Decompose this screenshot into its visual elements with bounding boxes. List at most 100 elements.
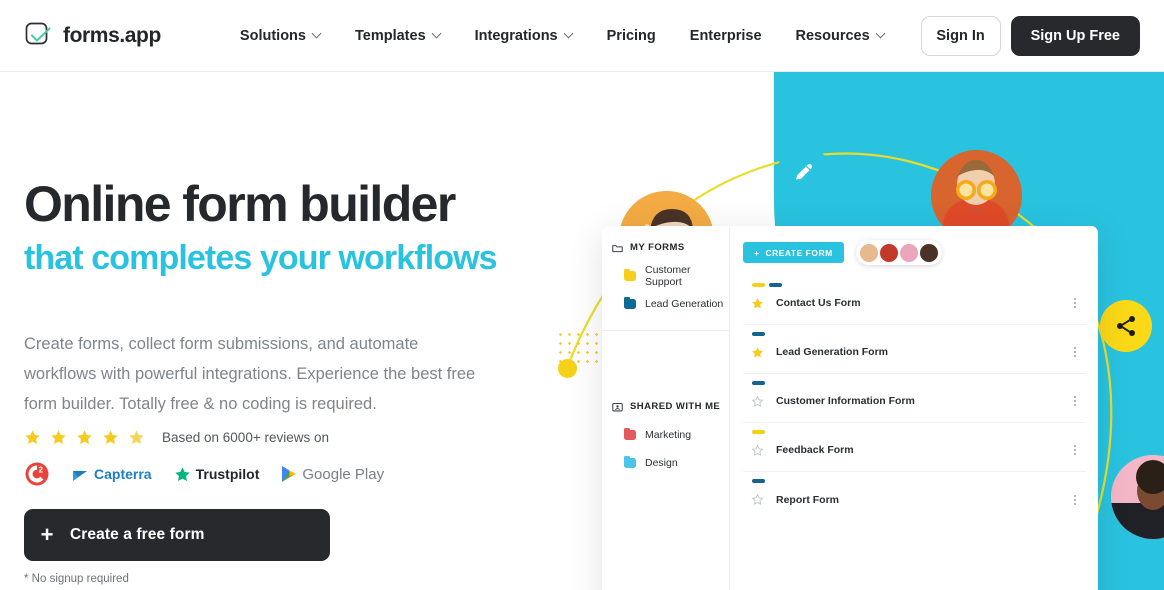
nav-item-solutions[interactable]: Solutions (223, 28, 338, 44)
chevron-down-icon (565, 30, 573, 38)
mockup-sidebar: MY FORMS Customer Support Lead Generatio… (602, 226, 730, 590)
folder-icon (624, 455, 636, 468)
row-options-menu-icon[interactable] (1074, 494, 1076, 505)
pencil-edit-icon (796, 164, 813, 180)
create-form-button[interactable]: + CREATE FORM (743, 242, 844, 263)
review-platform-logos: 2 Capterra Trustpilot Google Play (24, 461, 384, 487)
nav-item-resources[interactable]: Resources (779, 28, 902, 44)
mockup-form-list: + CREATE FORM Contact Us Form Lead Gener… (730, 226, 1098, 590)
row-options-menu-icon[interactable] (1074, 347, 1076, 357)
checkmark-square-logo-icon (24, 21, 54, 51)
sign-in-button[interactable]: Sign In (920, 15, 1001, 56)
sign-up-free-button[interactable]: Sign Up Free (1010, 15, 1140, 56)
tag-chip (752, 381, 765, 385)
row-options-menu-icon[interactable] (1074, 298, 1076, 308)
google-play-label: Google Play (302, 465, 385, 483)
sidebar-section-shared-with-me: SHARED WITH ME (602, 401, 729, 412)
cta-note: * No signup required (24, 573, 129, 585)
sidebar-item-label: Lead Generation (645, 298, 724, 310)
form-tags (752, 283, 782, 287)
star-rating: Based on 6000+ reviews on (24, 429, 384, 446)
chevron-down-icon (433, 30, 441, 38)
row-options-menu-icon[interactable] (1074, 396, 1076, 406)
cta-label: Create a free form (70, 526, 205, 543)
nav-label: Resources (795, 27, 870, 44)
folder-icon (612, 244, 623, 252)
star-outline-icon[interactable] (751, 493, 764, 506)
star-icon (103, 430, 118, 445)
share-icon (1117, 316, 1135, 336)
row-options-menu-icon[interactable] (1074, 445, 1076, 455)
page-title: Online form builder (24, 176, 456, 232)
shared-folder-icon (612, 402, 623, 411)
table-row[interactable]: Contact Us Form (743, 276, 1086, 325)
reviews-block: Based on 6000+ reviews on 2 Capterra Tru… (24, 429, 384, 487)
capterra-label: Capterra (94, 466, 152, 482)
nav-item-integrations[interactable]: Integrations (458, 28, 590, 44)
brand-logo[interactable]: forms.app (24, 21, 161, 51)
sidebar-item-lead-generation[interactable]: Lead Generation (602, 290, 729, 318)
star-filled-icon[interactable] (751, 297, 764, 310)
avatar (879, 243, 898, 262)
form-name: Contact Us Form (776, 297, 861, 309)
cta-block: + Create a free form * No signup require… (24, 509, 330, 585)
nav-label: Pricing (606, 27, 656, 44)
collaborator-avatars[interactable] (855, 240, 942, 265)
hero-copy: Online form builder that completes your … (24, 176, 544, 419)
sidebar-section-my-forms: MY FORMS (602, 242, 729, 253)
tag-chip (769, 283, 782, 287)
nav-label: Templates (354, 27, 426, 44)
folder-icon (624, 296, 636, 309)
chevron-down-icon (877, 30, 885, 38)
star-icon (51, 430, 66, 445)
yellow-endpoint-dot (558, 359, 577, 378)
nav-item-pricing[interactable]: Pricing (590, 28, 673, 44)
sidebar-divider (602, 330, 729, 331)
share-form-fab[interactable] (1100, 300, 1152, 352)
reviews-count-text: Based on 6000+ reviews on (162, 430, 329, 445)
tag-chip (752, 479, 765, 483)
form-name: Feedback Form (776, 444, 854, 456)
star-outline-icon[interactable] (751, 394, 764, 408)
app-mockup-panel: MY FORMS Customer Support Lead Generatio… (602, 226, 1098, 590)
sidebar-item-label: Design (645, 457, 678, 469)
form-name: Report Form (776, 493, 839, 506)
brand-name: forms.app (63, 23, 161, 47)
chevron-down-icon (313, 30, 321, 38)
table-row[interactable]: Feedback Form (743, 423, 1086, 472)
nav-label: Enterprise (689, 27, 762, 44)
nav-label: Integrations (474, 27, 558, 44)
create-form-label: CREATE FORM (765, 247, 833, 258)
google-play-logo-icon[interactable]: Google Play (281, 465, 384, 483)
table-row[interactable]: Report Form (743, 472, 1086, 521)
page-subtitle: that completes your workflows (24, 239, 498, 277)
nav-item-templates[interactable]: Templates (338, 28, 458, 44)
star-outline-icon[interactable] (751, 443, 764, 457)
star-filled-icon[interactable] (751, 346, 764, 359)
sidebar-item-customer-support[interactable]: Customer Support (602, 262, 729, 290)
trustpilot-logo-icon[interactable]: Trustpilot (174, 466, 259, 483)
form-tags (752, 381, 765, 385)
form-name: Lead Generation Form (776, 346, 889, 358)
star-icon (77, 430, 92, 445)
form-tags (752, 479, 765, 483)
hero-section: Online form builder that completes your … (0, 72, 1164, 590)
hero-description: Create forms, collect form submissions, … (24, 334, 476, 413)
nav-label: Solutions (239, 27, 306, 44)
sidebar-item-marketing[interactable]: Marketing (602, 421, 729, 449)
table-row[interactable]: Lead Generation Form (743, 325, 1086, 374)
create-free-form-button[interactable]: + Create a free form (24, 509, 330, 561)
g2-logo-icon[interactable]: 2 (24, 461, 50, 487)
edit-form-fab[interactable] (777, 146, 831, 200)
star-icon (25, 430, 40, 445)
nav-actions: Sign In Sign Up Free (920, 15, 1140, 56)
section-title: SHARED WITH ME (630, 401, 721, 412)
table-row[interactable]: Customer Information Form (743, 374, 1086, 423)
svg-text:2: 2 (39, 466, 44, 475)
nav-links: Solutions Templates Integrations Pricing… (223, 28, 902, 44)
avatar (859, 243, 878, 262)
nav-item-enterprise[interactable]: Enterprise (673, 28, 779, 44)
sidebar-item-design[interactable]: Design (602, 449, 729, 477)
star-icon (129, 430, 144, 445)
capterra-logo-icon[interactable]: Capterra (72, 466, 152, 483)
